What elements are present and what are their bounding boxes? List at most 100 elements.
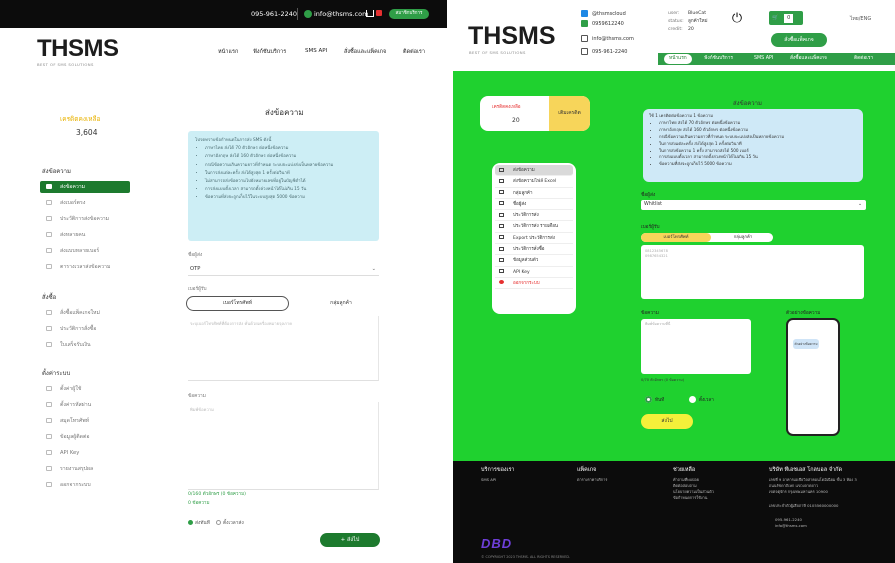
sidebar-item-contacts[interactable]: ข้อมูลผู้ติดต่อ — [40, 431, 130, 443]
menu-item-send-message[interactable]: ส่งข้อความ — [495, 165, 573, 177]
radio-schedule[interactable]: ตั้งเวลา — [689, 396, 714, 404]
menu-item-api-key[interactable]: API Key — [495, 267, 573, 278]
tab-customer-group[interactable]: กลุ่มลูกค้า — [316, 296, 366, 311]
tab-phone-number[interactable]: เบอร์โทรศัพท์ — [186, 296, 289, 311]
recipients-input[interactable] — [188, 316, 379, 381]
order-package-button[interactable]: สั่งซื้อแพ็คเกจ — [771, 33, 827, 47]
menu-item-sender-name[interactable]: ชื่อผู้ส่ง — [495, 199, 573, 211]
footer-link[interactable]: SMS API — [481, 477, 496, 483]
contact-line[interactable]: 095-961-2240 — [581, 48, 627, 57]
logo[interactable]: THSMS — [37, 37, 119, 61]
language-switch[interactable]: ไทย/ENG — [850, 15, 871, 23]
credit-label: เครดิตคงเหลือ — [492, 105, 521, 110]
recipients-input[interactable] — [641, 245, 864, 299]
logo[interactable]: THSMS — [468, 23, 556, 49]
footer-link[interactable]: ติดต่อสอบถาม — [673, 483, 697, 489]
account-key: credit: — [668, 27, 683, 32]
nav-item-home[interactable]: หน้าแรก — [218, 48, 238, 56]
menu-item-customer-group[interactable]: กลุ่มลูกค้า — [495, 188, 573, 199]
chevron-down-icon: ⌄ — [371, 266, 376, 272]
tab-customer-group[interactable]: กลุ่มลูกค้า — [713, 233, 773, 242]
sidebar-item-invoice[interactable]: ใบเสร็จรับเงิน — [40, 339, 130, 351]
radio-dot — [188, 520, 193, 525]
menu-item-profile[interactable]: ข้อมูลส่วนตัว — [495, 255, 573, 267]
sidebar-item-schedule[interactable]: ตารางเวลาส่งข้อความ — [40, 261, 130, 273]
sidebar-item-phonebook[interactable]: สมุดโทรศัพท์ — [40, 415, 130, 427]
sidebar-item-history[interactable]: ประวัติการส่งข้อความ — [40, 213, 130, 225]
receipt-icon — [46, 326, 52, 331]
footer-link[interactable]: ข้อกำหนดการใช้งาน — [673, 495, 707, 501]
menu-item-order-history[interactable]: ประวัติการสั่งซื้อ — [495, 244, 573, 256]
account-key: user: — [668, 11, 680, 16]
sidebar-item-logout[interactable]: ออกจากระบบ — [40, 479, 130, 491]
sidebar-item-user-settings[interactable]: ตั้งค่าผู้ใช้ — [40, 383, 130, 395]
radio-send-now[interactable]: ส่งทันที — [188, 520, 210, 526]
sidebar-item-multi[interactable]: ส่งหลายคน — [40, 229, 130, 241]
footer-phone[interactable]: 095-961-2240 — [775, 517, 802, 523]
account-key: status: — [668, 19, 684, 24]
sidebar-item-direct[interactable]: ส่งเบอร์ตรง — [40, 197, 130, 209]
message-label: ข้อความ — [641, 311, 659, 316]
nav-item-packages[interactable]: สั่งซื้อและแพ็คเกจ — [344, 48, 386, 56]
nav-item-features[interactable]: ฟังก์ชันบริการ — [253, 48, 286, 56]
member-button[interactable]: สมาชิกบริการ — [389, 9, 429, 19]
sidebar-item-report[interactable]: รายงานสรุปผล — [40, 463, 130, 475]
send-button[interactable]: ส่งไป — [641, 414, 693, 429]
footer-link[interactable]: ตารางราคาบริการ — [577, 477, 607, 483]
copyright: © COPYRIGHT 2023 THSMS. ALL RIGHTS RESER… — [481, 555, 571, 559]
contact-line[interactable]: @thsmscloud — [581, 10, 626, 19]
menu-item-logout[interactable]: ออกจากระบบ — [495, 278, 573, 290]
dbd-logo[interactable]: DBD — [481, 536, 512, 551]
tab-phone-number[interactable]: เบอร์โทรศัพท์ — [641, 233, 711, 242]
sidebar-item-order-history[interactable]: ประวัติการสั่งซื้อ — [40, 323, 130, 335]
topup-button[interactable]: เติมเครดิต — [549, 96, 590, 131]
sidebar-item-multi-number[interactable]: ส่งแบบหลายเบอร์ — [40, 245, 130, 257]
contact-text: 095-961-2240 — [592, 49, 628, 55]
nav-item-contact[interactable]: ติดต่อเรา — [403, 48, 425, 56]
power-icon[interactable]: ⏻ — [729, 11, 745, 27]
menu-item-history[interactable]: ประวัติการส่ง — [495, 210, 573, 222]
footer-link[interactable]: คำถามที่พบบ่อย — [673, 477, 699, 483]
nav-item-sms-api[interactable]: SMS API — [305, 48, 327, 54]
menu-item-monthly-history[interactable]: ประวัติการส่ง รายเดือน — [495, 221, 573, 233]
header: THSMS BEST OF SMS SOLUTIONS @thsmscloud … — [453, 0, 895, 70]
topbar-email[interactable]: info@thsms.com — [304, 9, 368, 19]
sender-select[interactable]: Whitlist ⌄ — [641, 200, 866, 210]
sender-value: Whitlist — [644, 202, 663, 207]
phone-icon — [46, 200, 52, 205]
contact-line[interactable]: 0959612240 — [581, 20, 624, 29]
sidebar-item-label: ออกจากระบบ — [60, 482, 91, 488]
calendar-icon — [499, 223, 504, 228]
sidebar-item-new-package[interactable]: สั่งซื้อแพ็คเกจใหม่ — [40, 307, 130, 319]
nav-item-packages[interactable]: สั่งซื้อและแพ็คเกจ — [790, 53, 827, 65]
users-icon — [46, 232, 52, 237]
sidebar-item-password[interactable]: ตั้งค่ารหัสผ่าน — [40, 399, 130, 411]
send-button[interactable]: + ส่งไป — [320, 533, 380, 547]
calendar-icon — [46, 264, 52, 269]
account-value: 20 — [688, 27, 694, 32]
cart-icon[interactable] — [366, 10, 374, 17]
radio-schedule[interactable]: ตั้งเวลาส่ง — [215, 520, 244, 526]
nav-item-home[interactable]: หน้าแรก — [664, 54, 692, 64]
footer-link[interactable]: นโยบายความเป็นส่วนตัว — [673, 489, 714, 495]
sidebar-item-label: API Key — [60, 450, 80, 456]
contact-line[interactable]: info@thsms.com — [581, 35, 634, 44]
menu-item-export[interactable]: Export ประวัติการส่ง — [495, 233, 573, 245]
sidebar-item-send-message[interactable]: ส่งข้อความ — [40, 181, 130, 193]
radio-send-now[interactable]: ทันที — [645, 396, 664, 404]
message-input[interactable] — [641, 319, 751, 374]
footer-address: ถนนรัชดาภิเษก แขวงลาดยาว — [769, 483, 818, 488]
footer-email[interactable]: info@thsms.com — [775, 523, 807, 529]
topbar-phone[interactable]: 095-961-2240 — [251, 9, 297, 19]
account-value: ลูกค้าใหม่ — [688, 19, 708, 24]
cart-counter[interactable]: 🛒 0 — [769, 11, 803, 25]
sidebar-item-api-key[interactable]: API Key — [40, 447, 130, 459]
recipients-placeholder: 0812345678 0987654321 — [645, 249, 668, 259]
nav-item-contact[interactable]: ติดต่อเรา — [854, 53, 873, 65]
menu-item-label: ส่งข้อความ — [513, 168, 535, 173]
nav-item-sms-api[interactable]: SMS API — [754, 53, 773, 65]
menu-item-send-excel[interactable]: ส่งข้อความไฟล์ Excel — [495, 176, 573, 188]
message-input[interactable] — [188, 402, 379, 490]
sender-select[interactable]: OTP ⌄ — [188, 263, 379, 276]
nav-item-features[interactable]: ฟังก์ชันบริการ — [704, 53, 733, 65]
